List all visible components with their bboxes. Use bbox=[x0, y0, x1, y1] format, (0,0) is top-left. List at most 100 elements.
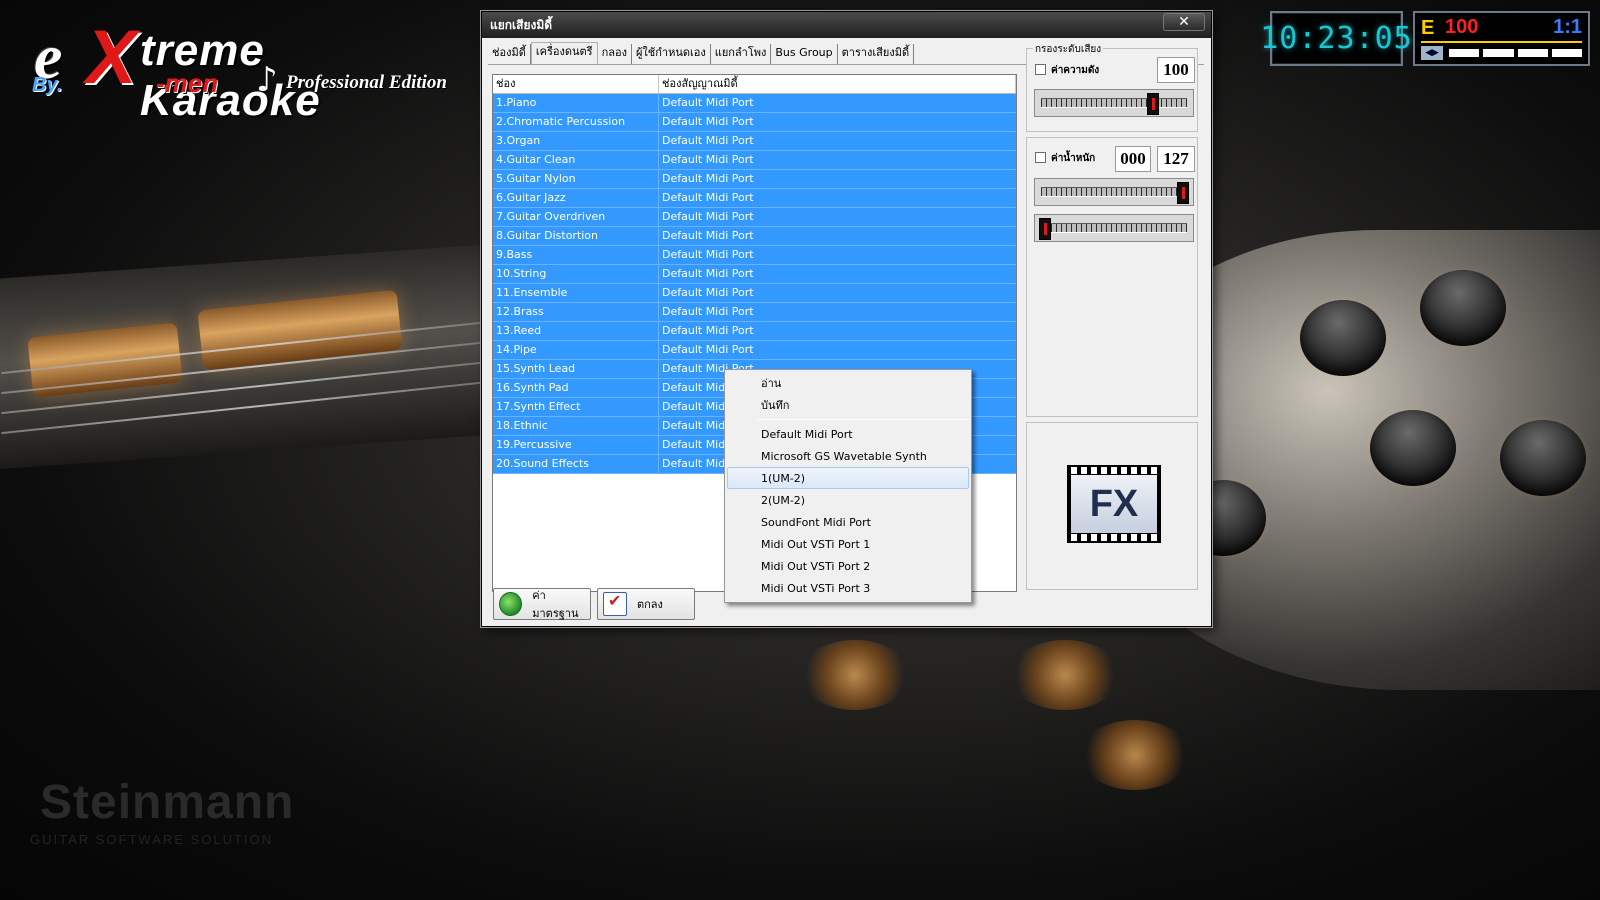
list-header: ช่อง ช่องสัญญาณมิดี้ bbox=[493, 75, 1016, 94]
menu-item-port[interactable]: Midi Out VSTi Port 3 bbox=[727, 577, 969, 599]
music-note-icon: ♪ bbox=[256, 60, 278, 100]
ok-button-label: ตกลง bbox=[637, 598, 663, 611]
list-row[interactable]: 6.Guitar Jazz Default Midi Port bbox=[493, 189, 1016, 208]
logo-edition: Professional Edition bbox=[286, 72, 447, 93]
velocity-min-value: 000 bbox=[1115, 146, 1151, 172]
midi-port-cell: Default Midi Port bbox=[662, 324, 754, 337]
status-display[interactable]: E 100 1:1 ◀▶ bbox=[1413, 11, 1590, 66]
midi-port-cell: Default Midi Port bbox=[662, 134, 754, 147]
midi-port-context-menu: อ่าน บันทึก Default Midi Port Microsoft G… bbox=[724, 369, 972, 603]
menu-item-port[interactable]: Midi Out VSTi Port 1 bbox=[727, 533, 969, 555]
menu-item-port[interactable]: Microsoft GS Wavetable Synth bbox=[727, 445, 969, 467]
instrument-name-cell: 20.Sound Effects bbox=[493, 455, 659, 473]
list-row[interactable]: 5.Guitar Nylon Default Midi Port bbox=[493, 170, 1016, 189]
instrument-name-cell: 3.Organ bbox=[493, 132, 659, 150]
list-row[interactable]: 9.Bass Default Midi Port bbox=[493, 246, 1016, 265]
close-button[interactable]: ✕ bbox=[1163, 13, 1205, 31]
list-row[interactable]: 1.Piano Default Midi Port bbox=[493, 94, 1016, 113]
menu-item-save[interactable]: บันทึก bbox=[727, 394, 969, 416]
tab-drums[interactable]: กลอง bbox=[598, 44, 632, 64]
midi-port-cell: Default Midi Port bbox=[662, 229, 754, 242]
midi-port-cell: Default Midi Port bbox=[662, 267, 754, 280]
instrument-name-cell: 17.Synth Effect bbox=[493, 398, 659, 416]
volume-filter-group: กรองระดับเสียง ค่าความดัง 100 bbox=[1026, 42, 1198, 132]
menu-item-load[interactable]: อ่าน bbox=[727, 372, 969, 394]
fx-group: FX bbox=[1026, 422, 1198, 590]
midi-port-cell: Default Midi Port bbox=[662, 343, 754, 356]
default-button[interactable]: ค่ามาตรฐาน bbox=[493, 588, 591, 620]
tab-user-defined[interactable]: ผู้ใช้กำหนดเอง bbox=[632, 44, 711, 64]
column-header-midi-port[interactable]: ช่องสัญญาณมิดี้ bbox=[659, 75, 1016, 93]
volume-filter-value: 100 bbox=[1157, 57, 1195, 83]
instrument-name-cell: 4.Guitar Clean bbox=[493, 151, 659, 169]
instrument-name-cell: 12.Brass bbox=[493, 303, 659, 321]
volume-filter-label: ค่าความดัง bbox=[1051, 65, 1100, 76]
volume-value: 100 bbox=[1445, 16, 1479, 38]
volume-filter-slider[interactable] bbox=[1034, 89, 1194, 117]
velocity-checkbox[interactable] bbox=[1035, 152, 1046, 163]
tab-midi-table[interactable]: ตารางเสียงมิดี้ bbox=[838, 44, 915, 64]
instrument-name-cell: 7.Guitar Overdriven bbox=[493, 208, 659, 226]
tab-bar: ช่องมิดี้ เครื่องดนตรี กลอง ผู้ใช้กำหนดเ… bbox=[488, 42, 915, 64]
slider-thumb[interactable] bbox=[1039, 218, 1051, 240]
menu-item-port[interactable]: 2(UM-2) bbox=[727, 489, 969, 511]
background-watermark: Steinmann bbox=[40, 776, 295, 829]
menu-item-port[interactable]: Midi Out VSTi Port 2 bbox=[727, 555, 969, 577]
velocity-max-value: 127 bbox=[1157, 146, 1195, 172]
instrument-name-cell: 14.Pipe bbox=[493, 341, 659, 359]
dialog-title: แยกเสียงมิดี้ bbox=[490, 18, 553, 32]
instrument-name-cell: 6.Guitar Jazz bbox=[493, 189, 659, 207]
level-segment bbox=[1483, 49, 1514, 57]
menu-item-port[interactable]: Default Midi Port bbox=[727, 423, 969, 445]
logo-xmen: -men bbox=[156, 68, 219, 98]
clock-time: 10:23:05 bbox=[1260, 21, 1413, 56]
tab-bus-group[interactable]: Bus Group bbox=[771, 44, 838, 64]
checkmark-icon bbox=[603, 591, 627, 616]
midi-port-cell: Default Midi Port bbox=[662, 115, 754, 128]
menu-port-list: Default Midi Port Microsoft GS Wavetable … bbox=[727, 423, 969, 599]
tab-speaker-split[interactable]: แยกลำโพง bbox=[711, 44, 772, 64]
midi-port-cell: Default Midi Port bbox=[662, 96, 754, 109]
list-row[interactable]: 3.Organ Default Midi Port bbox=[493, 132, 1016, 151]
column-header-channel[interactable]: ช่อง bbox=[493, 75, 659, 93]
instrument-name-cell: 1.Piano bbox=[493, 94, 659, 112]
film-strip-top bbox=[1071, 467, 1157, 474]
tab-instruments[interactable]: เครื่องดนตรี bbox=[530, 42, 598, 64]
guitar-knob-image bbox=[1420, 270, 1506, 346]
list-row[interactable]: 13.Reed Default Midi Port bbox=[493, 322, 1016, 341]
list-row[interactable]: 4.Guitar Clean Default Midi Port bbox=[493, 151, 1016, 170]
ratio-value: 1:1 bbox=[1553, 16, 1582, 38]
volume-filter-checkbox[interactable] bbox=[1035, 64, 1046, 75]
list-row[interactable]: 14.Pipe Default Midi Port bbox=[493, 341, 1016, 360]
list-row[interactable]: 12.Brass Default Midi Port bbox=[493, 303, 1016, 322]
level-segment bbox=[1517, 49, 1548, 57]
slider-thumb[interactable] bbox=[1146, 93, 1159, 115]
mode-indicator: E bbox=[1421, 17, 1435, 39]
menu-item-port[interactable]: SoundFont Midi Port bbox=[727, 511, 969, 533]
tuner-peg-image bbox=[1080, 720, 1190, 790]
tuner-peg-image bbox=[800, 640, 910, 710]
list-row[interactable]: 2.Chromatic Percussion Default Midi Port bbox=[493, 113, 1016, 132]
list-row[interactable]: 11.Ensemble Default Midi Port bbox=[493, 284, 1016, 303]
background-watermark-subtitle: GUITAR SOFTWARE SOLUTION bbox=[30, 832, 274, 847]
velocity-label: ค่าน้ำหนัก bbox=[1051, 153, 1096, 164]
instrument-name-cell: 10.String bbox=[493, 265, 659, 283]
velocity-min-slider[interactable] bbox=[1034, 214, 1194, 242]
slider-thumb[interactable] bbox=[1177, 182, 1189, 204]
list-row[interactable]: 7.Guitar Overdriven Default Midi Port bbox=[493, 208, 1016, 227]
ok-button[interactable]: ตกลง bbox=[597, 588, 695, 620]
menu-item-port[interactable]: 1(UM-2) bbox=[727, 467, 969, 489]
instrument-name-cell: 18.Ethnic bbox=[493, 417, 659, 435]
fx-button[interactable]: FX bbox=[1067, 465, 1161, 543]
slider-track bbox=[1041, 98, 1187, 108]
instrument-name-cell: 5.Guitar Nylon bbox=[493, 170, 659, 188]
level-segment bbox=[1551, 49, 1582, 57]
tab-midi-channel[interactable]: ช่องมิดี้ bbox=[488, 44, 531, 64]
menu-separator bbox=[757, 419, 967, 420]
velocity-max-slider[interactable] bbox=[1034, 178, 1194, 206]
list-row[interactable]: 8.Guitar Distortion Default Midi Port bbox=[493, 227, 1016, 246]
slider-track bbox=[1041, 223, 1187, 233]
dialog-titlebar[interactable]: แยกเสียงมิดี้ bbox=[482, 12, 1211, 38]
list-row[interactable]: 10.String Default Midi Port bbox=[493, 265, 1016, 284]
volume-filter-title: กรองระดับเสียง bbox=[1033, 42, 1104, 57]
